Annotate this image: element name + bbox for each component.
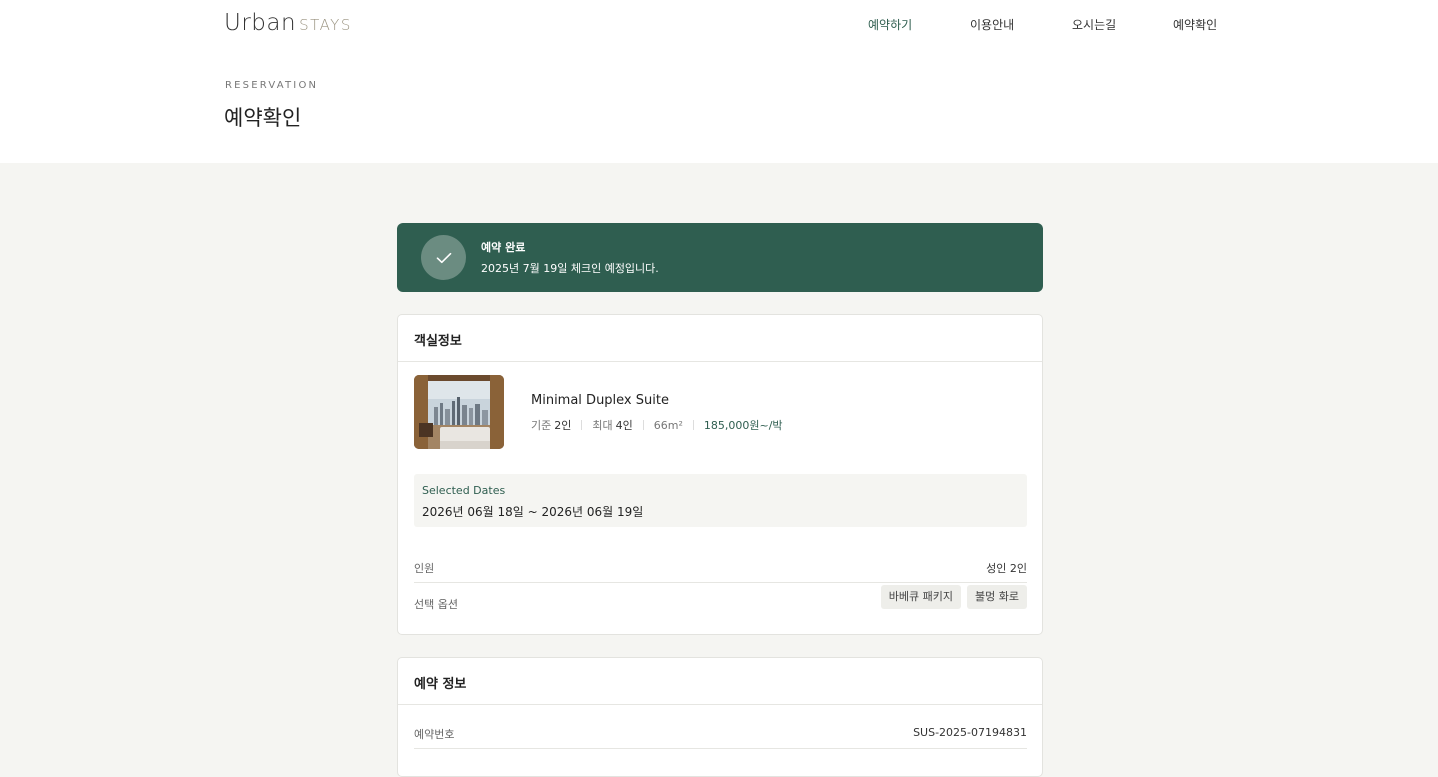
reservation-number-label: 예약번호 [414,728,455,741]
room-meta: 기준 2인 최대 4인 66m² 185,000원~/박 [531,417,783,433]
success-banner: 예약 완료 2025년 7월 19일 체크인 예정입니다. [397,223,1043,292]
nav-item-reserve[interactable]: 예약하기 [868,16,912,33]
selected-dates-label: Selected Dates [422,484,506,497]
banner-title: 예약 완료 [481,241,526,254]
reservation-info-card: 예약 정보 예약번호 SUS-2025-07194831 [397,657,1043,777]
max-capacity-label: 최대 [592,419,613,432]
option-chip-firepit: 불멍 화로 [967,585,1027,609]
meta-divider [581,420,583,430]
banner-subtitle: 2025년 7월 19일 체크인 예정입니다. [481,262,659,275]
room-info-card: 객실정보 Minimal Duplex Suite 기준 2인 최대 4인 66… [397,314,1043,635]
option-chip-bbq: 바베큐 패키지 [880,585,961,609]
nav-item-guide[interactable]: 이용안내 [970,16,1014,33]
check-icon [421,235,466,280]
room-card-heading: 객실정보 [398,315,1042,362]
nav-item-check-reservation[interactable]: 예약확인 [1173,16,1217,33]
max-capacity-value: 4인 [615,419,633,432]
selected-dates-box: Selected Dates 2026년 06월 18일 ~ 2026년 06월… [414,474,1027,527]
meta-divider [692,420,694,430]
base-capacity-value: 2인 [554,419,572,432]
room-price: 185,000원~/박 [703,419,783,432]
main-nav: 예약하기 이용안내 오시는길 예약확인 [0,16,1438,32]
guests-label: 인원 [414,562,435,575]
page-title: 예약확인 [224,106,302,130]
site-header: Urban STAYS 예약하기 이용안내 오시는길 예약확인 RESERVAT… [0,0,1438,163]
reservation-card-heading: 예약 정보 [398,658,1042,705]
nav-item-directions[interactable]: 오시는길 [1072,16,1116,33]
row-divider [414,748,1027,749]
page-eyebrow: RESERVATION [225,80,319,91]
main-content: 예약 완료 2025년 7월 19일 체크인 예정입니다. 객실정보 Minim… [0,163,1438,777]
row-divider [414,582,1027,583]
options-label: 선택 옵션 [414,598,458,611]
guests-value: 성인 2인 [986,562,1027,575]
meta-divider [642,420,644,430]
room-image [414,375,504,449]
room-name: Minimal Duplex Suite [531,393,669,408]
reservation-number-value: SUS-2025-07194831 [913,726,1027,739]
selected-dates-value: 2026년 06월 18일 ~ 2026년 06월 19일 [422,505,644,519]
base-capacity-label: 기준 [531,419,552,432]
room-area: 66m² [653,418,683,432]
